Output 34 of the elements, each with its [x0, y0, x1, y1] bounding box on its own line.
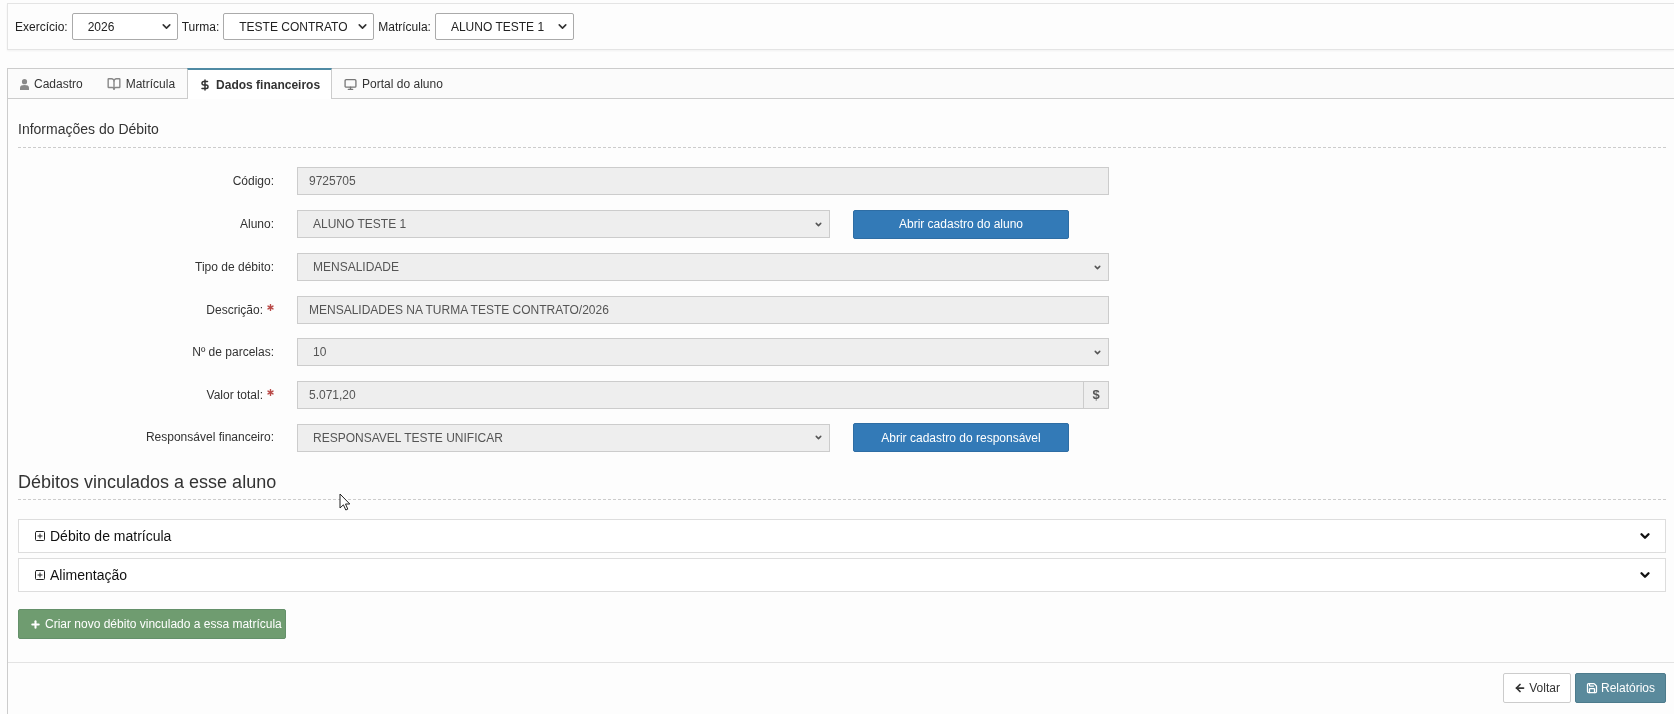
- mouse-pointer-icon: [339, 493, 351, 511]
- filter-label: Matrícula:: [378, 19, 431, 34]
- monitor-icon: [344, 77, 358, 91]
- field-label: Código:: [232, 174, 274, 188]
- accordion-header[interactable]: Alimentação: [18, 558, 1666, 592]
- chevron-down-icon: [814, 433, 823, 442]
- tab[interactable]: Portal do aluno: [332, 68, 455, 98]
- filter-dropdown[interactable]: 2026: [71, 13, 178, 40]
- filter-label: Exercício:: [15, 19, 68, 34]
- tab[interactable]: Cadastro: [8, 68, 95, 98]
- plus-icon: [30, 618, 41, 630]
- plus-square-icon: [34, 530, 46, 542]
- book-icon: [106, 77, 121, 91]
- accordion-header[interactable]: Débito de matrícula: [18, 519, 1666, 553]
- field-label: Descrição:: [206, 302, 263, 317]
- currency-addon: $: [1083, 380, 1109, 409]
- field-label: Responsável financeiro:: [145, 430, 274, 444]
- section-heading: Débitos vinculados a esse aluno: [18, 472, 1666, 500]
- field-label: Nº de parcelas:: [192, 345, 274, 359]
- section-heading: Informações do Débito: [18, 121, 1666, 148]
- field-label: Valor total:: [206, 387, 263, 402]
- filter-label: Turma:: [181, 19, 220, 34]
- filter-dropdown[interactable]: TESTE CONTRATO: [223, 13, 375, 40]
- dollar-icon: [199, 78, 212, 91]
- back-button[interactable]: Voltar: [1503, 673, 1571, 703]
- user-icon: [20, 78, 29, 90]
- tab[interactable]: Dados financeiros: [187, 68, 333, 99]
- arrow-left-icon: [1514, 682, 1527, 694]
- field-label: Aluno:: [239, 216, 274, 231]
- reports-button[interactable]: Relatórios: [1574, 673, 1666, 703]
- filter-dropdown[interactable]: ALUNO TESTE 1: [434, 13, 574, 40]
- field-label: Tipo de débito:: [195, 260, 274, 274]
- plus-square-icon: [34, 569, 46, 581]
- tab[interactable]: Matrícula: [94, 68, 188, 98]
